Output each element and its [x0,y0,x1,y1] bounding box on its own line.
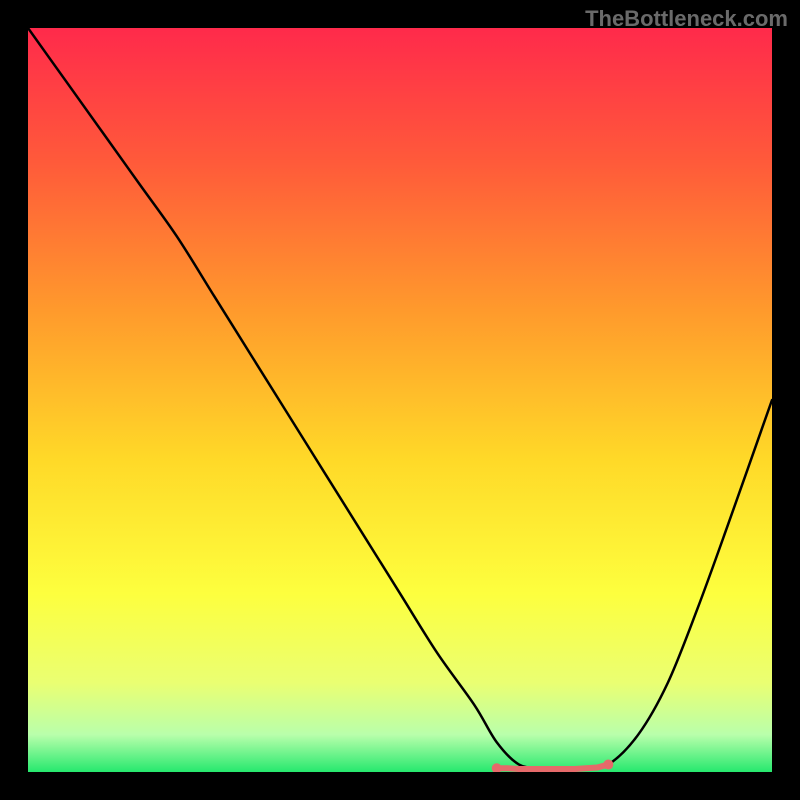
plot-svg [28,28,772,772]
band-marker-right [603,760,613,770]
gradient-background [28,28,772,772]
plot-area [28,28,772,772]
watermark-text: TheBottleneck.com [585,6,788,32]
chart-container: TheBottleneck.com [0,0,800,800]
